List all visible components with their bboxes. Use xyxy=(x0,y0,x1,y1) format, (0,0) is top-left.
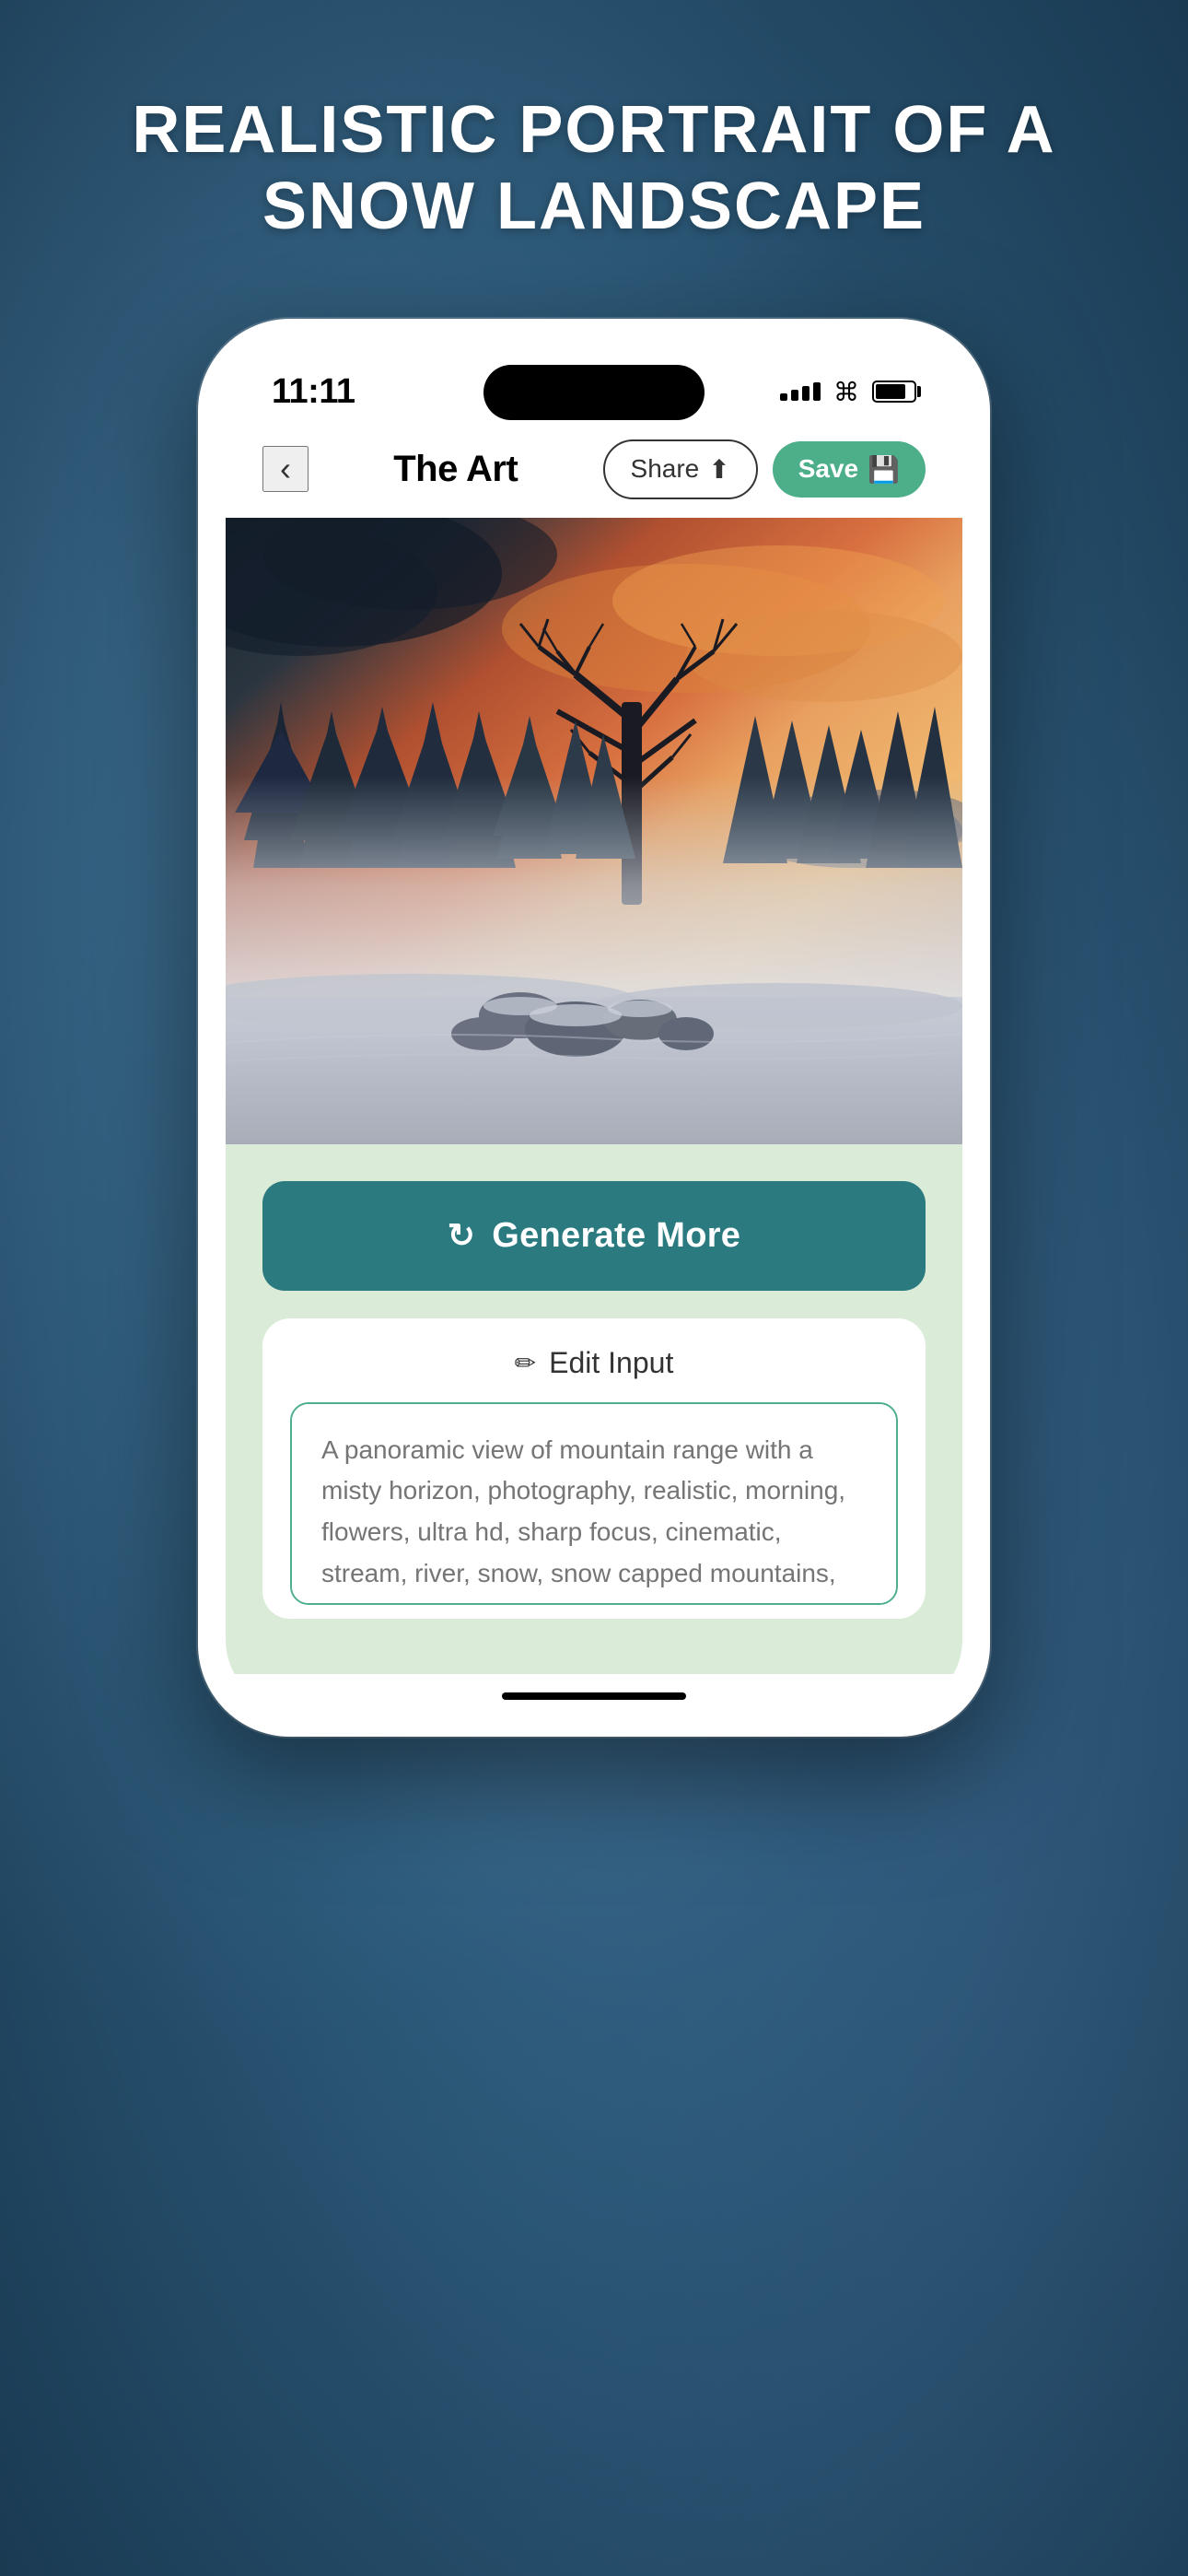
phone-inner: 11:11 ⌘ ‹ The Art xyxy=(226,346,962,1709)
wifi-icon: ⌘ xyxy=(833,377,859,407)
edit-input-label: ✏ Edit Input xyxy=(290,1346,898,1380)
share-button[interactable]: Share ⬆ xyxy=(603,439,758,499)
nav-actions: Share ⬆ Save 💾 xyxy=(603,439,926,499)
share-icon: ⬆ xyxy=(708,454,729,485)
nav-bar: ‹ The Art Share ⬆ Save 💾 xyxy=(226,421,962,518)
status-bar: 11:11 ⌘ xyxy=(226,346,962,421)
prompt-input[interactable] xyxy=(290,1402,898,1605)
status-time: 11:11 xyxy=(272,372,355,412)
status-icons: ⌘ xyxy=(780,377,916,407)
phone-frame: 11:11 ⌘ ‹ The Art xyxy=(198,319,990,1737)
generate-more-label: Generate More xyxy=(492,1216,740,1256)
save-button[interactable]: Save 💾 xyxy=(773,441,926,498)
share-label: Share xyxy=(631,454,700,484)
back-icon: ‹ xyxy=(280,450,291,488)
scene-svg xyxy=(226,518,962,1144)
pencil-icon: ✏ xyxy=(515,1348,536,1378)
main-image xyxy=(226,518,962,1144)
dynamic-island xyxy=(483,365,705,420)
generate-more-button[interactable]: ↻ Generate More xyxy=(262,1181,926,1291)
save-icon: 💾 xyxy=(868,454,900,485)
content-area: ↻ Generate More ✏ Edit Input xyxy=(226,1144,962,1674)
edit-input-section: ✏ Edit Input xyxy=(262,1318,926,1619)
signal-dots-icon xyxy=(780,382,821,401)
edit-input-text: Edit Input xyxy=(549,1346,673,1380)
home-indicator xyxy=(502,1692,686,1700)
save-label: Save xyxy=(798,454,858,484)
battery-icon xyxy=(872,381,916,403)
page-title: REALISTIC PORTRAIT OF A SNOW LANDSCAPE xyxy=(0,92,1188,245)
nav-title: The Art xyxy=(393,449,518,490)
back-button[interactable]: ‹ xyxy=(262,446,309,492)
generate-icon: ↻ xyxy=(448,1216,475,1255)
